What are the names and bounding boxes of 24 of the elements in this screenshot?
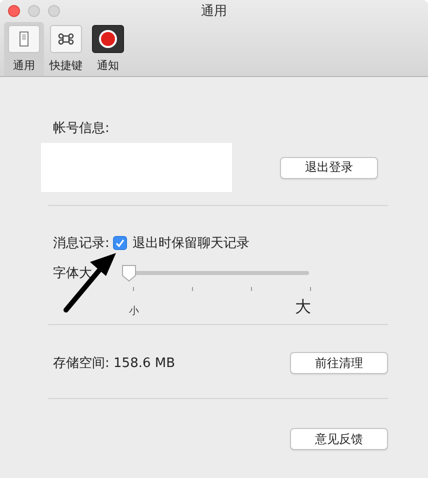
- feedback-button[interactable]: 意见反馈: [290, 428, 388, 450]
- storage-text: 存储空间: 158.6 MB: [53, 355, 176, 372]
- close-button[interactable]: [8, 5, 20, 17]
- command-key-icon: [50, 25, 82, 53]
- minimize-button[interactable]: [28, 5, 40, 17]
- toolbar-tab[interactable]: 快捷键: [46, 22, 86, 76]
- min-label: 小: [129, 304, 139, 318]
- slider-thumb[interactable]: [121, 264, 137, 282]
- record-icon: [92, 25, 124, 53]
- font-size-slider[interactable]: [123, 264, 309, 282]
- section-label: 消息记录:: [53, 235, 110, 252]
- clean-button[interactable]: 前往清理: [290, 352, 388, 374]
- slider-label: 字体大: [53, 265, 92, 282]
- checkbox[interactable]: [113, 236, 128, 250]
- logout-button[interactable]: 退出登录: [280, 156, 378, 178]
- section-label: 帐号信息:: [53, 120, 110, 137]
- checkmark-icon: [115, 238, 126, 248]
- zoom-button[interactable]: [48, 5, 60, 17]
- toolbar-tab[interactable]: 通知: [88, 22, 128, 76]
- window-title: 通用: [201, 3, 227, 20]
- checkbox-label: 退出时保留聊天记录: [132, 235, 250, 252]
- toolbar-tab[interactable]: 通用: [4, 22, 44, 76]
- max-label: 大: [295, 297, 311, 318]
- switch-icon: [8, 25, 40, 53]
